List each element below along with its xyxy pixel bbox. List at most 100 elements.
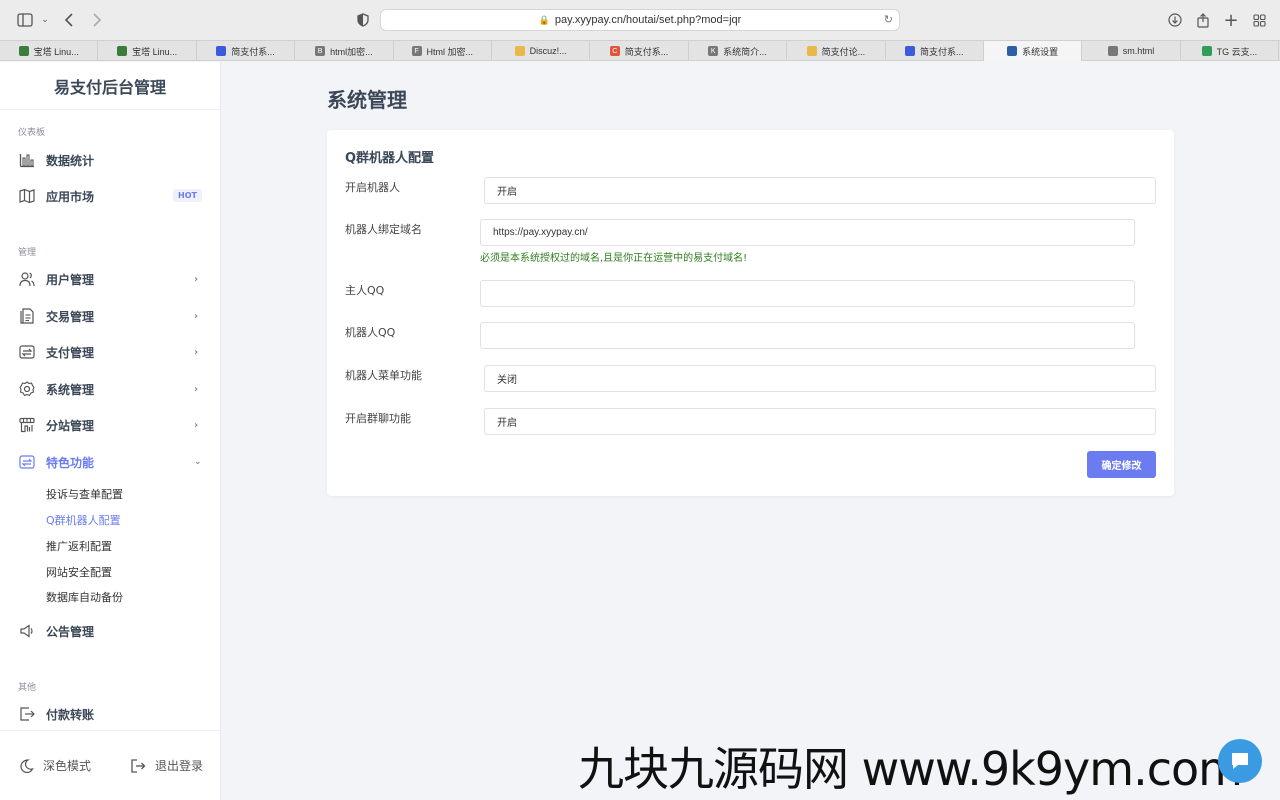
tab-label: 系统简介... bbox=[723, 46, 767, 57]
sidebar: 易支付后台管理 仪表板 数据统计 应用市场 HOT 管理 用户管理 › 交易管理… bbox=[0, 62, 221, 800]
tab-label: 简支付系... bbox=[231, 46, 275, 57]
bot-domain-input[interactable]: https://pay.xyypay.cn/ bbox=[480, 219, 1135, 246]
tab-label: 系统设置 bbox=[1022, 46, 1059, 57]
sidebar-item-pay[interactable]: 支付管理 › bbox=[18, 340, 204, 364]
export-icon bbox=[18, 705, 36, 723]
sidebar-item-features[interactable]: 特色功能 ⌄ bbox=[18, 450, 204, 474]
owner-qq-input[interactable] bbox=[480, 280, 1135, 307]
sidebar-item-market[interactable]: 应用市场 HOT bbox=[18, 184, 204, 208]
sidebar-item-label: 特色功能 bbox=[46, 455, 95, 470]
group-chat-select[interactable]: 开启 bbox=[484, 408, 1156, 435]
sidebar-item-substation[interactable]: 分站管理 › bbox=[18, 413, 204, 437]
logout-icon bbox=[131, 758, 146, 773]
share-icon[interactable] bbox=[1192, 9, 1214, 31]
sidebar-subitem[interactable]: 推广返利配置 bbox=[46, 538, 112, 554]
exchange-icon bbox=[18, 343, 36, 361]
sidebar-subitem[interactable]: Q群机器人配置 bbox=[46, 512, 121, 528]
sidebar-item-label: 分站管理 bbox=[46, 418, 95, 433]
download-icon[interactable] bbox=[1164, 9, 1186, 31]
sidebar-item-notice[interactable]: 公告管理 bbox=[18, 619, 204, 643]
enable-bot-select[interactable]: 开启 bbox=[484, 177, 1156, 204]
tab-favicon-icon: C bbox=[609, 46, 620, 56]
chevron-right-icon: › bbox=[194, 310, 199, 322]
chevron-right-icon: › bbox=[194, 273, 199, 285]
megaphone-icon bbox=[18, 622, 36, 640]
brand-title: 易支付后台管理 bbox=[0, 62, 220, 110]
browser-tab[interactable]: 简支付系... bbox=[197, 41, 296, 61]
sidebar-item-stats[interactable]: 数据统计 bbox=[18, 148, 204, 172]
reload-icon[interactable]: ↻ bbox=[884, 13, 893, 26]
browser-tab[interactable]: 简支付论... bbox=[787, 41, 886, 61]
sidebar-footer: 深色模式 退出登录 bbox=[0, 730, 220, 800]
url-text: pay.xyypay.cn/houtai/set.php?mod=jqr bbox=[554, 14, 742, 26]
tab-label: 宝塔 Linu... bbox=[132, 46, 178, 57]
chevron-down-icon[interactable]: ⌄ bbox=[34, 9, 56, 31]
browser-tab[interactable]: 简支付系... bbox=[886, 41, 984, 61]
logout-label: 退出登录 bbox=[155, 759, 204, 773]
chevron-right-icon: › bbox=[194, 419, 199, 431]
sidebar-subitem[interactable]: 网站安全配置 bbox=[46, 564, 112, 580]
browser-tab[interactable]: K 系统简介... bbox=[689, 41, 788, 61]
forward-icon[interactable] bbox=[86, 9, 108, 31]
dark-mode-button[interactable]: 深色模式 bbox=[18, 757, 91, 774]
tab-overview-icon[interactable] bbox=[1248, 9, 1270, 31]
logout-button[interactable]: 退出登录 bbox=[130, 757, 203, 774]
chat-icon bbox=[1232, 753, 1248, 769]
tab-strip: 宝塔 Linu... 宝塔 Linu... 简支付系... Bhtml加密... F Ht… bbox=[0, 40, 1280, 61]
browser-tab[interactable]: sm.html bbox=[1082, 41, 1181, 61]
tab-label: 简支付系... bbox=[919, 46, 964, 57]
browser-tab[interactable]: 宝塔 Linu... bbox=[0, 41, 99, 61]
chat-widget-button[interactable] bbox=[1218, 739, 1262, 783]
browser-tab[interactable]: TG 云支... bbox=[1181, 41, 1280, 61]
group-chat-label: 开启群聊功能 bbox=[345, 412, 411, 425]
sidebar-item-transfer[interactable]: 付款转账 bbox=[18, 702, 204, 726]
tab-favicon-icon bbox=[806, 46, 817, 56]
tab-favicon-icon bbox=[18, 46, 29, 56]
bot-qq-input[interactable] bbox=[480, 322, 1135, 349]
map-icon bbox=[18, 187, 36, 205]
tab-favicon-icon bbox=[216, 46, 227, 56]
sidebar-item-label: 支付管理 bbox=[46, 345, 95, 360]
browser-tab[interactable]: F Html 加密... bbox=[394, 41, 492, 61]
chevron-right-icon: › bbox=[194, 383, 199, 395]
sidebar-item-label: 公告管理 bbox=[46, 624, 95, 639]
sidebar-item-label: 系统管理 bbox=[46, 382, 95, 397]
sidebar-item-label: 应用市场 bbox=[46, 189, 95, 204]
address-bar[interactable]: 🔒 pay.xyypay.cn/houtai/set.php?mod=jqr ↻ bbox=[380, 9, 900, 31]
shield-icon[interactable] bbox=[352, 9, 374, 31]
tab-favicon-icon bbox=[514, 46, 525, 56]
watermark-text: 九块九源码网 www.9k9ym.com bbox=[578, 742, 1243, 796]
submit-button[interactable]: 确定修改 bbox=[1087, 451, 1156, 478]
dark-mode-label: 深色模式 bbox=[43, 759, 92, 773]
document-icon bbox=[18, 307, 36, 325]
browser-toolbar: ⌄ 🔒 pay.xyypay.cn/houtai/set.php?mod=jqr… bbox=[0, 0, 1280, 40]
browser-tab[interactable]: C 简支付系... bbox=[590, 41, 689, 61]
sidebar-item-users[interactable]: 用户管理 › bbox=[18, 267, 204, 291]
section-label-other: 其他 bbox=[18, 683, 37, 693]
sidebar-toggle-icon[interactable] bbox=[14, 9, 36, 31]
sidebar-item-system[interactable]: 系统管理 › bbox=[18, 377, 204, 401]
sidebar-subitem[interactable]: 投诉与查单配置 bbox=[46, 486, 123, 502]
sidebar-item-label: 交易管理 bbox=[46, 309, 95, 324]
bot-menu-select[interactable]: 关闭 bbox=[484, 365, 1156, 392]
card-title: Q群机器人配置 bbox=[345, 151, 435, 166]
page-title: 系统管理 bbox=[327, 88, 407, 112]
tab-favicon-icon: B bbox=[315, 46, 326, 56]
browser-tab[interactable]: 系统设置 bbox=[983, 41, 1083, 61]
browser-tab[interactable]: 宝塔 Linu... bbox=[98, 41, 197, 61]
tab-label: 简支付论... bbox=[821, 46, 866, 57]
sidebar-item-label: 用户管理 bbox=[46, 272, 95, 287]
browser-tab[interactable]: Bhtml加密... bbox=[295, 41, 394, 61]
tab-label: 宝塔 Linu... bbox=[33, 46, 79, 57]
tab-label: Html 加密... bbox=[426, 46, 474, 57]
section-label-manage: 管理 bbox=[18, 248, 37, 258]
bot-menu-label: 机器人菜单功能 bbox=[345, 369, 422, 382]
back-icon[interactable] bbox=[58, 9, 80, 31]
tab-favicon-icon bbox=[1007, 46, 1018, 56]
tab-label: html加密... bbox=[330, 46, 373, 57]
browser-tab[interactable]: Discuz!... bbox=[492, 41, 591, 61]
sidebar-item-trade[interactable]: 交易管理 › bbox=[18, 304, 204, 328]
sidebar-subitem[interactable]: 数据库自动备份 bbox=[46, 589, 123, 605]
tab-label: TG 云支... bbox=[1216, 46, 1258, 57]
new-tab-icon[interactable]: + bbox=[1220, 9, 1242, 31]
